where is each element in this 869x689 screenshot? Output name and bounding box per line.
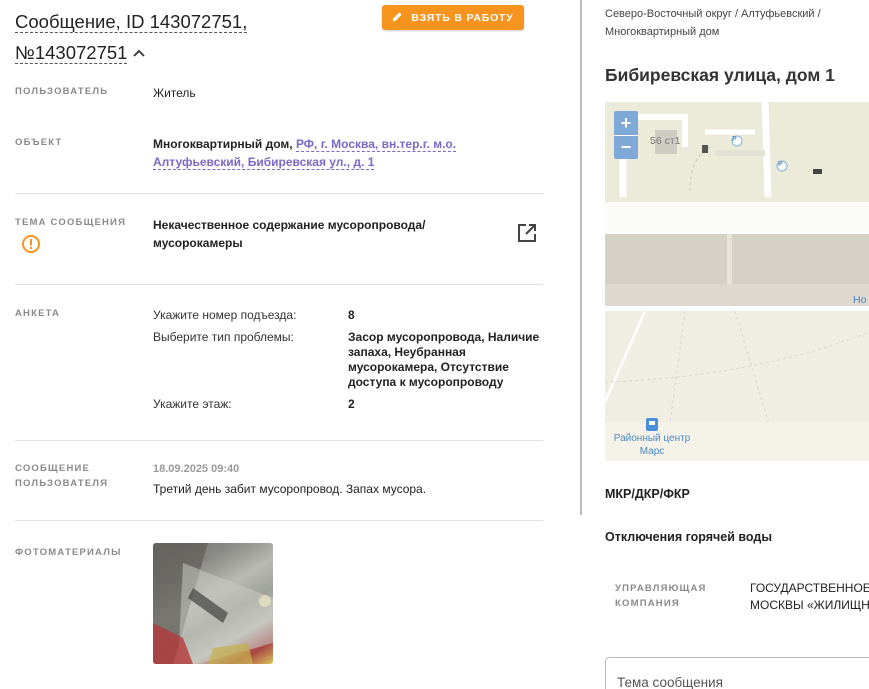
chevron-up-icon[interactable]: [133, 36, 146, 65]
parking-icon: P: [732, 136, 737, 143]
photos-label: ФОТОМАТЕРИАЛЫ: [15, 547, 122, 558]
message-label: СООБЩЕНИЕ ПОЛЬЗОВАТЕЛЯ: [15, 463, 109, 489]
topic-line2: мусорокамеры: [153, 236, 243, 250]
divider: [15, 440, 543, 441]
app: Сообщение, ID 143072751, №143072751 ВЗЯТ…: [0, 0, 869, 689]
divider: [15, 193, 543, 194]
page-title: Сообщение, ID 143072751, №143072751: [15, 7, 345, 67]
take-to-work-button[interactable]: ВЗЯТЬ В РАБОТУ: [382, 5, 524, 30]
pencil-icon: [392, 11, 403, 25]
poi-label-line2: Марс: [639, 446, 665, 457]
user-label: ПОЛЬЗОВАТЕЛЬ: [15, 86, 109, 97]
topic-line1: Некачественное содержание мусоропровода/: [153, 218, 426, 232]
object-address-link-line2[interactable]: Алтуфьевский, Бибиревская ул., д. 1: [153, 155, 375, 170]
topic-input-placeholder: Тема сообщения: [617, 675, 723, 689]
poi-label: Районный центр Марс: [611, 432, 693, 458]
object-type: Многоквартирный дом,: [153, 137, 293, 151]
map-zoom-controls: + −: [614, 111, 638, 159]
map[interactable]: 56 ст1 Районный центр Марс Ho P P: [605, 102, 869, 461]
divider: [15, 520, 543, 521]
address-title: Бибиревская улица, дом 1: [605, 65, 835, 85]
poi-label-line1: Районный центр: [613, 433, 691, 444]
survey-answer: 2: [348, 397, 355, 411]
breadcrumb-line2[interactable]: Многоквартирный дом: [605, 26, 719, 38]
zoom-separator: [614, 135, 638, 136]
survey-question: Укажите номер подъезда:: [153, 308, 297, 322]
map-edge-label: Ho: [853, 294, 867, 306]
user-value: Житель: [153, 86, 196, 100]
object-label: ОБЪЕКТ: [15, 137, 63, 148]
message-panel: Сообщение, ID 143072751, №143072751 ВЗЯТ…: [0, 0, 578, 689]
hot-water-section-title[interactable]: Отключения горячей воды: [605, 530, 772, 544]
management-label-line1: УПРАВЛЯЮЩАЯ: [615, 583, 707, 594]
survey-question: Укажите этаж:: [153, 397, 232, 411]
photo-thumbnail[interactable]: [153, 543, 273, 664]
survey-answer: 8: [348, 308, 355, 322]
object-address-link-line1[interactable]: РФ, г. Москва, вн.тер.г. м.о.: [295, 137, 457, 152]
management-company-label: УПРАВЛЯЮЩАЯ КОМПАНИЯ: [615, 581, 707, 611]
message-topic-input[interactable]: Тема сообщения: [605, 657, 869, 689]
divider: [15, 284, 543, 285]
topic-value: Некачественное содержание мусоропровода/…: [153, 216, 473, 252]
message-timestamp: 18.09.2025 09:40: [153, 463, 240, 475]
zoom-out-button[interactable]: −: [614, 135, 638, 159]
message-text: Третий день забит мусоропровод. Запах му…: [153, 482, 427, 496]
management-company-value: ГОСУДАРСТВЕННОЕ МОСКВЫ «ЖИЛИЩН: [750, 580, 869, 614]
survey-question: Выберите тип проблемы:: [153, 330, 294, 344]
breadcrumb: Северо-Восточный округ / Алтуфьевский / …: [605, 5, 865, 41]
take-to-work-label: ВЗЯТЬ В РАБОТУ: [411, 11, 514, 24]
management-value-line2: МОСКВЫ «ЖИЛИЩН: [750, 598, 869, 612]
survey-answer: Засор мусоропровода, Наличие запаха, Неу…: [348, 330, 540, 389]
zoom-in-button[interactable]: +: [614, 111, 638, 135]
message-title: Сообщение, ID 143072751, №143072751: [15, 11, 248, 64]
breadcrumb-line1[interactable]: Северо-Восточный округ / Алтуфьевский /: [605, 8, 821, 20]
object-value: Многоквартирный дом, РФ, г. Москва, вн.т…: [153, 135, 483, 171]
management-label-line2: КОМПАНИЯ: [615, 598, 680, 609]
open-in-new-icon[interactable]: [517, 223, 537, 248]
survey-label: АНКЕТА: [15, 308, 61, 319]
warning-icon: [21, 234, 41, 259]
management-value-line1: ГОСУДАРСТВЕННОЕ: [750, 581, 869, 595]
panel-scrollbar[interactable]: [580, 0, 582, 515]
parking-icon: P: [778, 161, 783, 168]
mkr-section-title[interactable]: МКР/ДКР/ФКР: [605, 487, 690, 501]
topic-label: ТЕМА СООБЩЕНИЯ: [15, 217, 127, 228]
building-label: 56 ст1: [650, 135, 681, 147]
